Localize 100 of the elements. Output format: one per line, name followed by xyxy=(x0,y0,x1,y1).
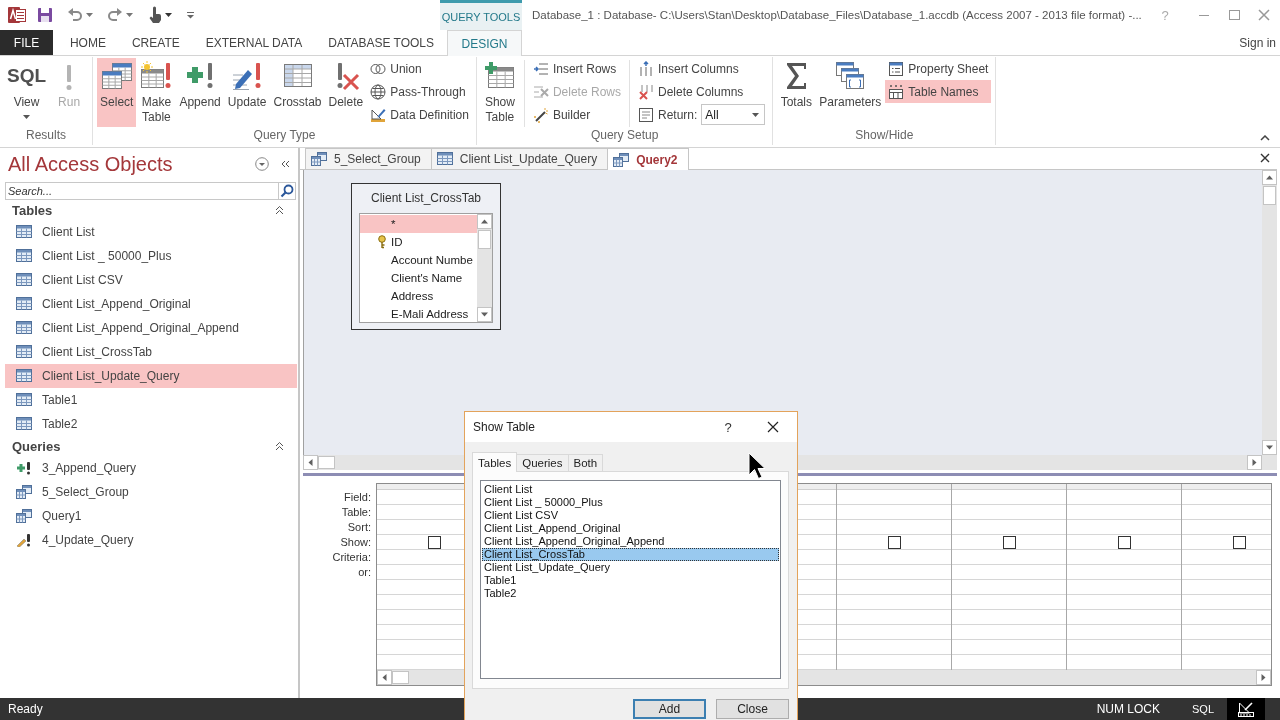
double-chevron-left-icon[interactable] xyxy=(280,159,290,169)
field-item[interactable]: Address xyxy=(360,287,477,305)
nav-item[interactable]: Client List_Append_Original_Append xyxy=(5,316,297,340)
select-button[interactable]: Select xyxy=(97,58,137,127)
nav-item[interactable]: 4_Update_Query xyxy=(5,528,297,552)
table-icon xyxy=(16,369,32,383)
ribbon-tab[interactable]: EXTERNAL DATA xyxy=(192,30,316,55)
union-button[interactable]: Union xyxy=(367,57,472,80)
table-names-button[interactable]: Table Names xyxy=(885,80,992,103)
file-tab[interactable]: FILE xyxy=(0,30,53,55)
show-checkbox[interactable] xyxy=(1117,536,1131,549)
search-icon[interactable] xyxy=(278,182,296,200)
row-label: Criteria: xyxy=(332,550,371,565)
dialog-tab[interactable]: Both xyxy=(567,454,604,471)
vertical-scrollbar[interactable] xyxy=(477,214,492,322)
list-item[interactable]: Client List_Append_Original_Append xyxy=(482,535,779,548)
dialog-tab[interactable]: Queries xyxy=(516,454,569,471)
nav-item[interactable]: Query1 xyxy=(5,504,297,528)
chevron-up-icon[interactable] xyxy=(1260,135,1270,141)
return-dropdown[interactable]: All xyxy=(701,104,766,125)
caret-icon[interactable] xyxy=(165,13,172,17)
list-item[interactable]: Client List xyxy=(482,483,779,496)
field-item[interactable]: * xyxy=(360,215,477,233)
list-item[interactable]: Client List_Append_Original xyxy=(482,522,779,535)
insert-rows-button[interactable]: Insert Rows xyxy=(529,57,624,80)
nav-item[interactable]: Client List_Update_Query xyxy=(5,364,297,388)
save-icon[interactable] xyxy=(37,7,53,23)
list-item[interactable]: Client List CSV xyxy=(482,509,779,522)
list-item[interactable]: Table2 xyxy=(482,587,779,600)
dropdown-circle-icon[interactable] xyxy=(255,157,269,171)
parameters-button[interactable]: Parameters xyxy=(816,58,885,127)
nav-item[interactable]: Client List_CrossTab xyxy=(5,340,297,364)
nav-item[interactable]: Table2 xyxy=(5,412,297,436)
show-checkbox[interactable] xyxy=(1232,536,1246,549)
vertical-scrollbar[interactable] xyxy=(1262,170,1277,455)
append-button[interactable]: Append xyxy=(176,58,224,127)
table-icon xyxy=(16,321,32,335)
delete-columns-button[interactable]: Delete Columns xyxy=(634,80,769,103)
show-checkbox[interactable] xyxy=(887,536,901,549)
help-button[interactable]: ? xyxy=(713,412,743,442)
ribbon-tab[interactable]: CREATE xyxy=(118,30,193,55)
table-icon xyxy=(16,297,32,311)
dialog-button[interactable]: Close xyxy=(716,699,789,719)
group-header[interactable]: Queries xyxy=(12,438,275,454)
row-label: Sort: xyxy=(347,520,371,535)
list-item[interactable]: Client List_CrossTab xyxy=(482,548,779,561)
field-item[interactable]: Account Numbe xyxy=(360,251,477,269)
design-view-button[interactable] xyxy=(1227,698,1265,720)
property-sheet-button[interactable]: Property Sheet xyxy=(885,57,992,80)
customize-icon[interactable] xyxy=(186,11,195,19)
field-item[interactable]: E-Mali Address xyxy=(360,305,477,323)
nav-item[interactable]: Client List xyxy=(5,220,297,244)
ribbon-tab[interactable]: DESIGN xyxy=(447,30,522,56)
ribbon-tab[interactable]: DATABASE TOOLS xyxy=(315,30,448,55)
group-header[interactable]: Tables xyxy=(12,202,275,218)
pass-through-button[interactable]: Pass-Through xyxy=(367,80,472,103)
close-icon[interactable] xyxy=(767,421,779,433)
dialog-tab[interactable]: Tables xyxy=(472,452,518,472)
nav-item[interactable]: Client List _ 50000_Plus xyxy=(5,244,297,268)
sign-in-link[interactable]: Sign in xyxy=(1239,36,1280,55)
app-logo-icon[interactable] xyxy=(8,6,26,24)
nav-item[interactable]: Table1 xyxy=(5,388,297,412)
nav-item[interactable]: Client List CSV xyxy=(5,268,297,292)
delete-button[interactable]: Delete xyxy=(325,58,367,127)
search-field[interactable]: Search... xyxy=(5,182,278,200)
totals-button[interactable]: Totals xyxy=(777,58,816,127)
crosstab-button[interactable]: Crosstab xyxy=(270,58,325,127)
table-icon xyxy=(16,393,32,407)
list-item[interactable]: Table1 xyxy=(482,574,779,587)
undo-icon[interactable] xyxy=(67,7,83,23)
table-field-list[interactable]: Client List_CrossTab * ID Account Numbe Client's Name Address E-Mali Address xyxy=(351,183,501,330)
show-checkbox[interactable] xyxy=(427,536,441,549)
sql-view-button[interactable]: SQL xyxy=(1188,698,1218,720)
data-definition-button[interactable]: Data Definition xyxy=(367,103,472,126)
document-tab[interactable]: Client List_Update_Query xyxy=(430,148,609,169)
maximize-icon[interactable] xyxy=(1228,9,1240,21)
show-table-button[interactable]: Show Table xyxy=(480,58,519,127)
nav-item[interactable]: Client List_Append_Original xyxy=(5,292,297,316)
field-item[interactable]: Client's Name xyxy=(360,269,477,287)
make-table-button[interactable]: Make Table xyxy=(137,58,176,127)
document-tab[interactable]: 5_Select_Group xyxy=(305,148,432,169)
list-item[interactable]: Client List _ 50000_Plus xyxy=(482,496,779,509)
double-chevron-up-icon[interactable] xyxy=(275,205,284,215)
list-item[interactable]: Client List_Update_Query xyxy=(482,561,779,574)
nav-item[interactable]: 5_Select_Group xyxy=(5,480,297,504)
dialog-button[interactable]: Add xyxy=(633,699,706,719)
redo-icon[interactable] xyxy=(107,7,123,23)
nav-item[interactable]: 3_Append_Query xyxy=(5,456,297,480)
show-checkbox[interactable] xyxy=(1002,536,1016,549)
double-chevron-up-icon[interactable] xyxy=(275,441,284,451)
wand-icon xyxy=(532,106,549,123)
document-tab[interactable]: Query2 xyxy=(607,148,689,170)
hand-pointer-icon[interactable] xyxy=(147,6,163,24)
ribbon-tab[interactable]: HOME xyxy=(56,30,119,55)
view-button[interactable]: SQL View xyxy=(4,58,50,127)
update-button[interactable]: Update xyxy=(224,58,270,127)
insert-columns-button[interactable]: Insert Columns xyxy=(634,57,769,80)
close-icon[interactable] xyxy=(1260,153,1270,163)
field-item[interactable]: ID xyxy=(360,233,477,251)
builder-button[interactable]: Builder xyxy=(529,103,624,126)
